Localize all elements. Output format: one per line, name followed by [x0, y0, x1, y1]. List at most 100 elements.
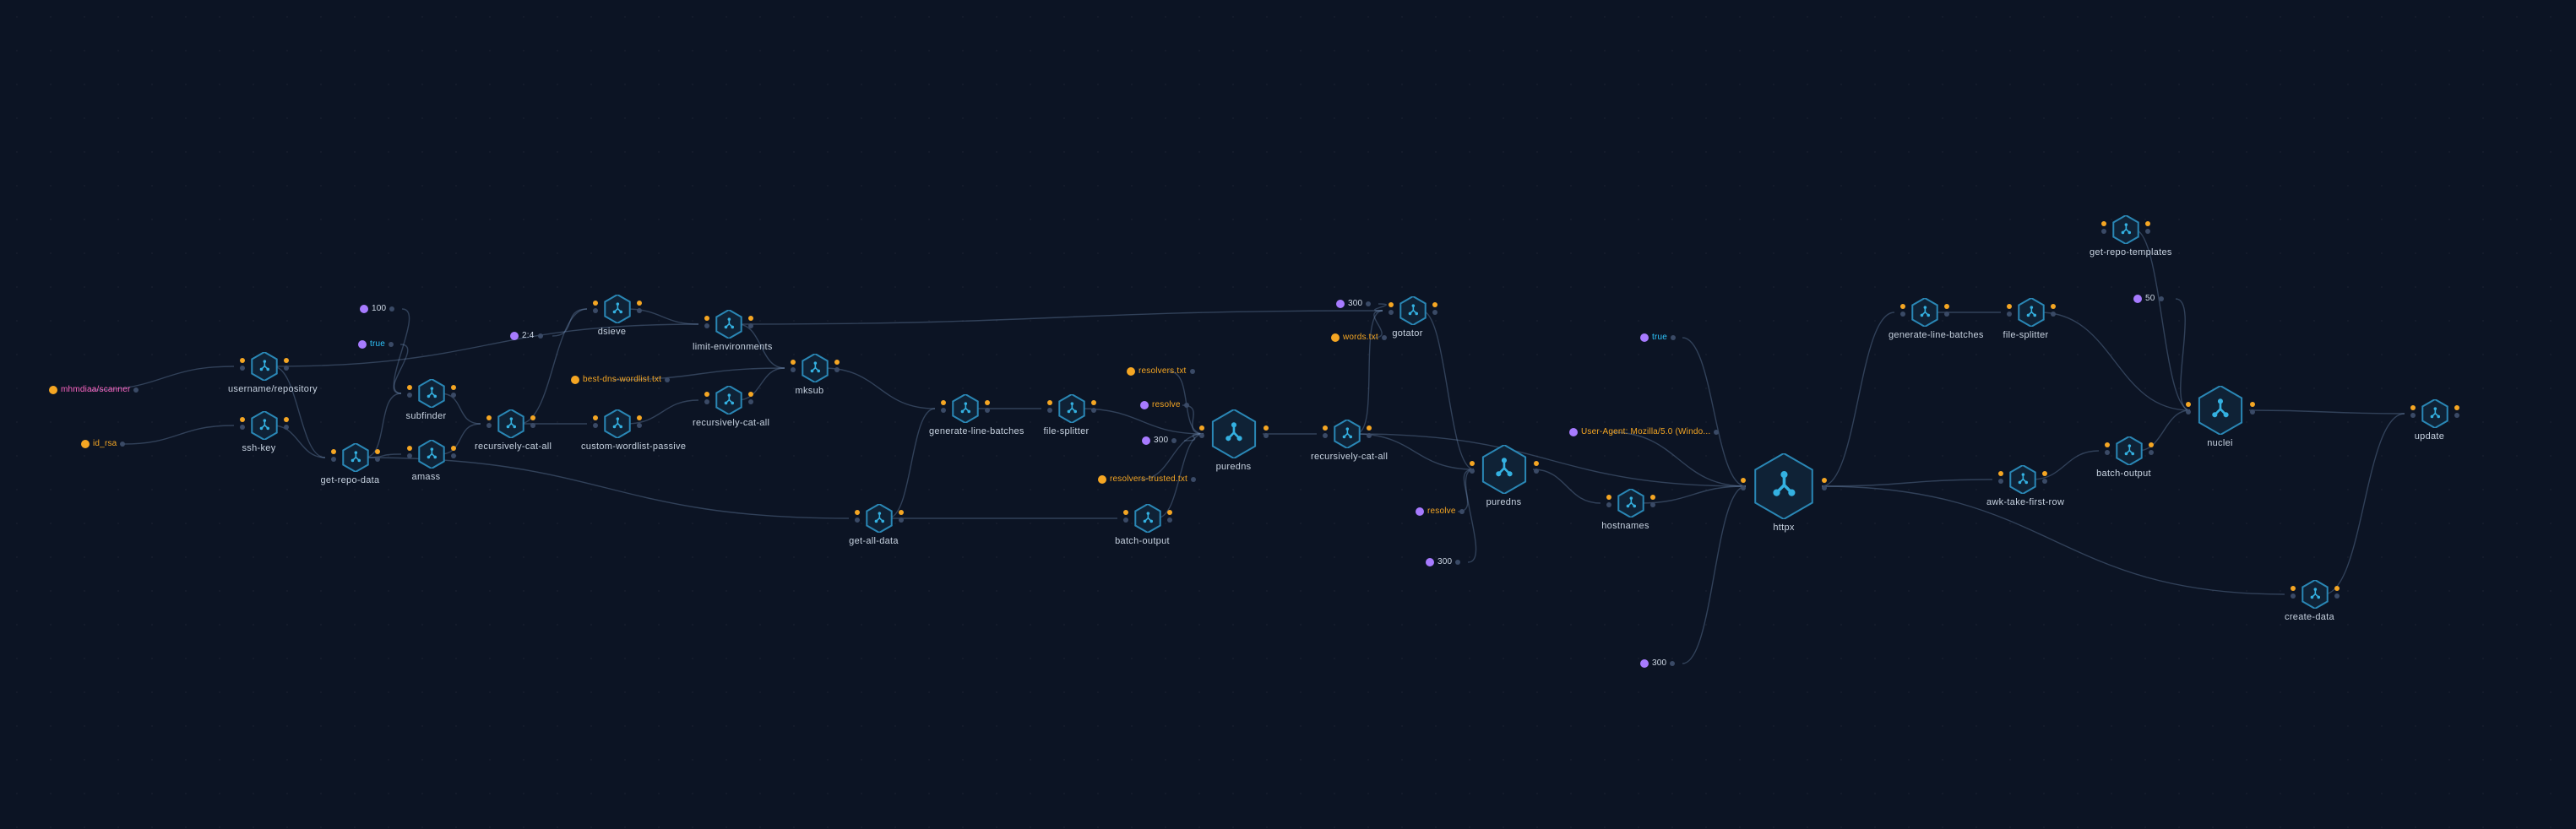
- node-gen_batches1[interactable]: generate-line-batches: [940, 394, 991, 436]
- output-ports: [637, 415, 642, 428]
- tag-tag_300b[interactable]: 300: [1336, 299, 1371, 308]
- node-label: create-data: [2279, 612, 2340, 622]
- node-mksub[interactable]: mksub: [790, 354, 840, 396]
- tag-tag_100[interactable]: 100: [360, 304, 394, 313]
- hex-icon[interactable]: [1910, 298, 1939, 327]
- node-glyph-icon: [721, 393, 737, 409]
- node-gotator[interactable]: gotator: [1388, 296, 1438, 339]
- hex-icon[interactable]: [2008, 465, 2037, 494]
- hex-icon[interactable]: [801, 354, 829, 382]
- node-awk_first[interactable]: awk-take-first-row: [1997, 465, 2048, 507]
- tag-tag_true2[interactable]: true: [1640, 333, 1676, 342]
- node-label: generate-line-batches: [929, 426, 991, 436]
- node-httpx[interactable]: httpx: [1751, 453, 1817, 533]
- hex-icon[interactable]: [1480, 445, 1529, 494]
- hex-icon[interactable]: [2196, 386, 2245, 435]
- tag-port: [1171, 438, 1177, 443]
- hex-icon[interactable]: [1399, 296, 1427, 325]
- node-dsieve[interactable]: dsieve: [592, 295, 643, 337]
- hex-icon[interactable]: [2017, 298, 2046, 327]
- node-gen_batches2[interactable]: generate-line-batches: [1899, 298, 1950, 340]
- node-glyph-icon: [872, 511, 888, 527]
- tag-tag_wordstxt[interactable]: words.txt: [1331, 333, 1387, 342]
- tag-dot-icon: [1336, 300, 1345, 308]
- tag-tag_idrsa[interactable]: id_rsa: [81, 439, 125, 448]
- tag-tag_300a[interactable]: 300: [1142, 436, 1177, 445]
- hex-icon[interactable]: [341, 443, 370, 472]
- tag-tag_resolvers[interactable]: resolvers.txt: [1127, 366, 1195, 376]
- node-get_all[interactable]: get-all-data: [854, 504, 905, 546]
- hex-icon[interactable]: [603, 295, 632, 323]
- input-ports: [704, 316, 709, 328]
- node-limit_env[interactable]: limit-environments: [704, 310, 754, 352]
- tag-dot-icon: [1142, 436, 1150, 445]
- tag-tag_bestdns[interactable]: best-dns-wordlist.txt: [571, 375, 670, 384]
- hex-icon[interactable]: [865, 504, 894, 533]
- node-ssh_key[interactable]: ssh-key: [239, 411, 290, 453]
- hex-icon[interactable]: [1617, 489, 1645, 517]
- tag-tag_scanner[interactable]: mhmdiaa/scanner: [49, 385, 139, 394]
- node-user_repo[interactable]: username/repository: [239, 352, 290, 394]
- node-batch_out1[interactable]: batch-output: [1122, 504, 1173, 546]
- input-ports: [593, 301, 598, 313]
- node-get_repo[interactable]: get-repo-data: [330, 443, 381, 485]
- tag-tag_50[interactable]: 50: [2133, 294, 2164, 303]
- node-amass[interactable]: amass: [406, 440, 457, 482]
- node-batch_out2[interactable]: batch-output: [2104, 436, 2155, 479]
- node-nuclei[interactable]: nuclei: [2195, 386, 2246, 448]
- hex-icon[interactable]: [2115, 436, 2144, 465]
- input-ports: [407, 446, 412, 458]
- tag-tag_true1[interactable]: true: [358, 339, 394, 349]
- node-puredns2[interactable]: puredns: [1479, 445, 1530, 507]
- hex-icon[interactable]: [1333, 420, 1361, 448]
- node-rec_cat_1[interactable]: recursively-cat-all: [486, 409, 536, 452]
- node-glyph-icon: [1064, 401, 1080, 417]
- node-hostnames[interactable]: hostnames: [1606, 489, 1656, 531]
- output-ports: [1432, 302, 1437, 315]
- tag-tag_resolve[interactable]: resolve: [1140, 400, 1189, 409]
- node-file_split2[interactable]: file-splitter: [2006, 298, 2057, 340]
- node-glyph-icon: [2122, 443, 2138, 459]
- node-glyph-icon: [1766, 469, 1802, 505]
- node-custom_wl[interactable]: custom-wordlist-passive: [592, 409, 643, 452]
- node-rec_cat_2[interactable]: recursively-cat-all: [704, 386, 754, 428]
- output-ports: [451, 446, 456, 458]
- hex-icon[interactable]: [417, 379, 446, 408]
- tag-text: 300: [1652, 658, 1666, 668]
- tag-tag_resolve2[interactable]: resolve: [1416, 507, 1465, 516]
- output-ports: [1367, 425, 1372, 438]
- tag-port: [133, 387, 139, 393]
- input-ports: [1323, 425, 1328, 438]
- hex-icon[interactable]: [250, 352, 279, 381]
- hex-icon[interactable]: [715, 310, 743, 339]
- node-glyph-icon: [721, 317, 737, 333]
- tag-tag_24[interactable]: 2:4: [510, 331, 543, 340]
- node-get_templates[interactable]: get-repo-templates: [2100, 215, 2151, 257]
- hex-icon[interactable]: [603, 409, 632, 438]
- hex-icon[interactable]: [1209, 409, 1258, 458]
- hex-icon[interactable]: [1133, 504, 1162, 533]
- node-rec_cat_3[interactable]: recursively-cat-all: [1322, 420, 1372, 462]
- hex-icon[interactable]: [1751, 453, 1817, 519]
- node-file_split1[interactable]: file-splitter: [1046, 394, 1097, 436]
- node-subfinder[interactable]: subfinder: [406, 379, 457, 421]
- hex-icon[interactable]: [715, 386, 743, 414]
- tag-tag_300d[interactable]: 300: [1640, 658, 1675, 668]
- node-label: generate-line-batches: [1889, 330, 1950, 340]
- hex-icon[interactable]: [951, 394, 980, 423]
- node-create_data[interactable]: create-data: [2290, 580, 2340, 622]
- tag-tag_ua[interactable]: User-Agent: Mozilla/5.0 (Windo...: [1569, 427, 1719, 436]
- output-ports: [1650, 495, 1655, 507]
- hex-icon[interactable]: [2111, 215, 2140, 244]
- node-puredns1[interactable]: puredns: [1209, 409, 1259, 472]
- workflow-canvas[interactable]: username/repository ssh-key get-repo-dat…: [0, 0, 2576, 829]
- hex-icon[interactable]: [2301, 580, 2329, 609]
- hex-icon[interactable]: [497, 409, 525, 438]
- hex-icon[interactable]: [1057, 394, 1086, 423]
- node-update[interactable]: update: [2410, 399, 2460, 442]
- hex-icon[interactable]: [2421, 399, 2449, 428]
- tag-tag_restrust[interactable]: resolvers-trusted.txt: [1098, 474, 1196, 484]
- hex-icon[interactable]: [417, 440, 446, 469]
- tag-tag_300c[interactable]: 300: [1426, 557, 1460, 566]
- hex-icon[interactable]: [250, 411, 279, 440]
